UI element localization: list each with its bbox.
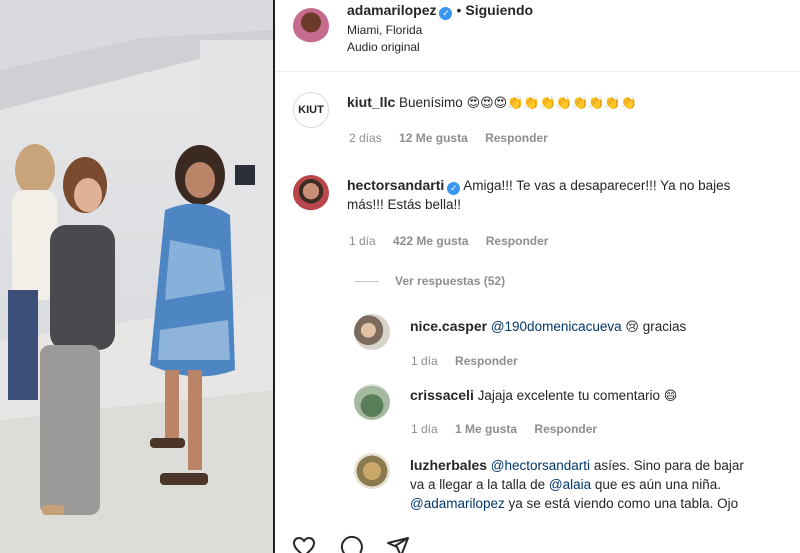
reply-meta: 1 día Responder — [411, 354, 532, 368]
replier-username[interactable]: crissaceli — [410, 387, 474, 403]
replier-avatar[interactable] — [354, 314, 390, 350]
author-avatar[interactable] — [293, 8, 329, 44]
share-icon[interactable] — [386, 535, 410, 553]
comments-pane: adamarilopez ✓ • Siguiendo Miami, Florida A… — [276, 0, 800, 553]
replier-avatar[interactable] — [354, 384, 390, 420]
commenter-avatar[interactable] — [293, 175, 329, 211]
reply-button[interactable]: Responder — [534, 422, 597, 436]
reply-text: gracias — [642, 319, 687, 334]
comment-time[interactable]: 2 días — [349, 131, 382, 145]
reply-likes[interactable]: 1 Me gusta — [455, 422, 517, 436]
reply-emoji: 😄 — [663, 389, 678, 404]
comment-text-line1: Amiga!!! Te vas a desaparecer!!! Ya no b… — [463, 178, 731, 193]
reel-video[interactable] — [0, 0, 273, 553]
reply-text: Jajaja excelente tu comentario — [477, 388, 660, 403]
separator-dot: • — [456, 2, 462, 18]
reply-time[interactable]: 1 día — [411, 422, 438, 436]
verified-badge-icon: ✓ — [439, 7, 453, 20]
replier-avatar[interactable] — [354, 453, 390, 489]
mention-link[interactable]: @adamarilopez — [410, 496, 505, 511]
commenter-avatar[interactable]: KIUT — [293, 92, 329, 128]
view-replies-label: Ver respuestas (52) — [395, 274, 506, 288]
comment-emoji: 😍😍😍👏👏👏👏👏👏👏👏 — [466, 96, 637, 111]
reply-body: luzherbales @hectorsandarti asíes. Sino … — [410, 456, 794, 513]
commenter-username[interactable]: hectorsandarti — [347, 177, 444, 193]
replier-username[interactable]: luzherbales — [410, 457, 487, 473]
reply-meta: 1 día 1 Me gusta Responder — [411, 422, 611, 436]
reply-emoji: 😢 — [625, 320, 639, 335]
video-frame-illustration — [0, 0, 273, 553]
kiut-logo: KIUT — [298, 104, 324, 116]
verified-badge-icon: ✓ — [447, 182, 461, 195]
comment-body: kiut_llc Buenísimo 😍😍😍👏👏👏👏👏👏👏👏 — [347, 93, 787, 113]
heart-icon[interactable] — [292, 535, 316, 553]
reply-body: crissaceli Jajaja excelente tu comentari… — [410, 386, 790, 406]
comment-likes[interactable]: 12 Me gusta — [399, 131, 468, 145]
mention-link[interactable]: @190domenicacueva — [491, 319, 622, 334]
comment-text-line2: más!!! Estás bella!! — [347, 197, 462, 212]
reply-text-part2: va a llegar a la talla de — [410, 477, 546, 492]
following-button[interactable]: Siguiendo — [465, 2, 533, 18]
author-line: adamarilopez ✓ • Siguiendo — [347, 2, 533, 20]
mention-link[interactable]: @alaia — [549, 477, 591, 492]
reply-time[interactable]: 1 día — [411, 354, 438, 368]
post-header: adamarilopez ✓ • Siguiendo Miami, Florida A… — [276, 0, 800, 72]
comment-text: Buenísimo — [399, 95, 463, 110]
reply-button[interactable]: Responder — [486, 234, 549, 248]
author-username[interactable]: adamarilopez — [347, 2, 436, 18]
post-location[interactable]: Miami, Florida — [347, 23, 422, 37]
replier-username[interactable]: nice.casper — [410, 318, 487, 334]
comment-meta: 2 días 12 Me gusta Responder — [349, 131, 562, 145]
reply-body: nice.casper @190domenicacueva 😢 gracias — [410, 317, 790, 337]
reply-button[interactable]: Responder — [485, 131, 548, 145]
view-replies-button[interactable]: Ver respuestas (52) — [355, 274, 505, 288]
comment-body: hectorsandarti ✓ Amiga!!! Te vas a desapa… — [347, 176, 787, 214]
comment-icon[interactable] — [340, 535, 364, 553]
post-audio[interactable]: Audio original — [347, 40, 420, 54]
mention-link[interactable]: @hectorsandarti — [491, 458, 590, 473]
comment-likes[interactable]: 422 Me gusta — [393, 234, 468, 248]
pane-divider — [273, 0, 275, 553]
reply-text-part3: que es aún una niña. — [594, 477, 721, 492]
reply-text-part1: asíes. Sino para de bajar — [593, 458, 744, 473]
comment-time[interactable]: 1 día — [349, 234, 376, 248]
commenter-username[interactable]: kiut_llc — [347, 94, 395, 110]
reply-button[interactable]: Responder — [455, 354, 518, 368]
reply-text-part4: ya se está viendo como una tabla. Ojo — [508, 496, 739, 511]
replies-line — [355, 281, 379, 283]
comment-meta: 1 día 422 Me gusta Responder — [349, 234, 562, 248]
